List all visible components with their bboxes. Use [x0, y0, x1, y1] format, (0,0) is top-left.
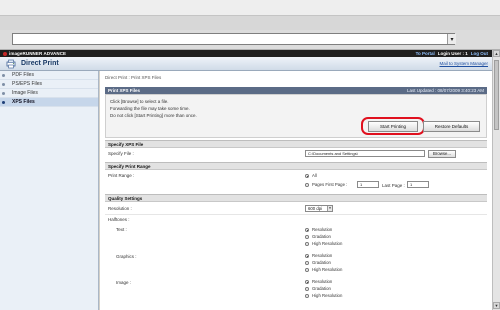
browse-button[interactable]: Browse... [428, 150, 456, 158]
print-range-label: Print Range : [108, 173, 135, 178]
radio-label: Resolution [312, 279, 333, 284]
last-page-field[interactable]: 1 [407, 181, 429, 188]
browser-tab-strip [0, 16, 500, 30]
radio-icon [305, 294, 309, 298]
canon-logo-icon [2, 50, 7, 57]
brand-name: imageRUNNER ADVANCE [9, 51, 67, 56]
vertical-scrollbar[interactable]: ▲ ▼ [492, 50, 500, 310]
sidebar-item-image-files[interactable]: Image Files [0, 89, 98, 98]
halftones-label: Halftones : [108, 217, 130, 222]
graphics-radio-high-resolution[interactable]: High Resolution [305, 267, 342, 273]
chevron-down-icon: ▾ [327, 206, 332, 211]
radio-icon [305, 254, 309, 258]
mail-to-system-manager-link[interactable]: Mail to System Manager [439, 57, 488, 71]
radio-label: Gradation [312, 234, 331, 239]
login-user-label: Login User : 1 [437, 51, 468, 56]
graphics-label: Graphics : [116, 254, 137, 259]
sidebar-item-xps-files[interactable]: XPS Files [0, 98, 98, 107]
panel-message: Click [Browse] to select a file. [110, 99, 169, 104]
radio-label: High Resolution [312, 241, 343, 246]
last-updated: Last Updated : 08/07/2009 3:40:23 AM [406, 88, 484, 93]
radio-icon [305, 280, 309, 284]
brand-bar: imageRUNNER ADVANCE To Portal Login User… [0, 50, 492, 57]
radio-icon [305, 228, 309, 232]
sidebar-item-label: PDF Files [12, 72, 34, 78]
graphics-radio-gradation[interactable]: Gradation [305, 260, 331, 266]
radio-icon [305, 268, 309, 272]
to-portal-link[interactable]: To Portal [416, 50, 435, 57]
panel-header: Print XPS Files Last Updated : 08/07/200… [105, 87, 487, 94]
scroll-thumb[interactable] [494, 60, 499, 130]
header-links: To Portal Login User : 1 Log Out [416, 50, 488, 57]
specify-file-label: Specify File : [108, 151, 134, 156]
radio-icon [305, 242, 309, 246]
divider [105, 214, 487, 215]
text-radio-gradation[interactable]: Gradation [305, 234, 331, 240]
radio-icon [305, 261, 309, 265]
text-radio-resolution[interactable]: Resolution [305, 227, 332, 233]
radio-icon [305, 174, 309, 178]
radio-icon [305, 183, 309, 187]
bullet-icon [2, 83, 5, 86]
resolution-label: Resolution : [108, 206, 132, 211]
first-page-field[interactable]: 1 [357, 181, 379, 188]
radio-label: Gradation [312, 286, 331, 291]
image-radio-resolution[interactable]: Resolution [305, 279, 332, 285]
radio-icon [305, 287, 309, 291]
radio-label: Gradation [312, 260, 331, 265]
start-printing-button[interactable]: Start Printing [368, 121, 418, 132]
image-radio-high-resolution[interactable]: High Resolution [305, 293, 342, 299]
breadcrumb: Direct Print : Print XPS Files [105, 75, 162, 80]
quality-settings-header: Quality Settings [105, 194, 487, 202]
radio-label: Resolution [312, 253, 333, 258]
radio-label: Pages First Page : [312, 182, 348, 187]
radio-all[interactable]: All [305, 173, 317, 179]
browser-toolbar [0, 0, 500, 16]
radio-label: High Resolution [312, 267, 343, 272]
radio-label: High Resolution [312, 293, 343, 298]
bullet-icon [2, 74, 5, 77]
sidebar: PDF Files PS/EPS Files Image Files XPS F… [0, 71, 99, 310]
chevron-down-icon[interactable]: ▾ [447, 34, 456, 44]
log-out-link[interactable]: Log Out [471, 50, 488, 57]
sidebar-item-label: Image Files [12, 90, 38, 96]
graphics-radio-resolution[interactable]: Resolution [305, 253, 332, 259]
sidebar-item-label: PS/EPS Files [12, 81, 43, 87]
panel-message: Do not click [Start Printing] more than … [110, 113, 197, 118]
bullet-icon [2, 92, 5, 95]
restore-defaults-button[interactable]: Restore Defaults [423, 121, 480, 132]
image-label: Image : [116, 280, 132, 285]
radio-label: Resolution [312, 227, 333, 232]
sidebar-item-ps-eps-files[interactable]: PS/EPS Files [0, 80, 98, 89]
scroll-down-icon[interactable]: ▼ [493, 302, 500, 309]
bullet-icon [2, 101, 5, 104]
text-label: Text : [116, 227, 127, 232]
radio-icon [305, 235, 309, 239]
radio-pages[interactable]: Pages First Page : [305, 182, 347, 188]
panel-message: Forwarding the file may take some time. [110, 106, 190, 111]
resolution-select[interactable]: 600 dpi ▾ [305, 205, 333, 212]
image-radio-gradation[interactable]: Gradation [305, 286, 331, 292]
sidebar-item-label: XPS Files [12, 99, 35, 105]
specify-file-field[interactable]: C:\Documents and Settings\ [305, 150, 425, 157]
text-radio-high-resolution[interactable]: High Resolution [305, 241, 342, 247]
page-title: Direct Print [21, 60, 59, 67]
address-input[interactable] [12, 33, 455, 45]
panel-title: Print XPS Files [108, 88, 141, 93]
last-page-label: Last Page : [382, 183, 405, 188]
scroll-up-icon[interactable]: ▲ [493, 50, 500, 57]
direct-print-icon [6, 59, 16, 69]
radio-label: All [312, 173, 317, 178]
print-range-header: Specify Print Range [105, 162, 487, 170]
title-bar: Direct Print Mail to System Manager [0, 57, 492, 71]
main-content: Direct Print : Print XPS Files Print XPS… [100, 71, 492, 310]
specify-file-header: Specify XPS File [105, 140, 487, 148]
resolution-value: 600 dpi [308, 206, 323, 211]
sidebar-item-pdf-files[interactable]: PDF Files [0, 71, 98, 80]
